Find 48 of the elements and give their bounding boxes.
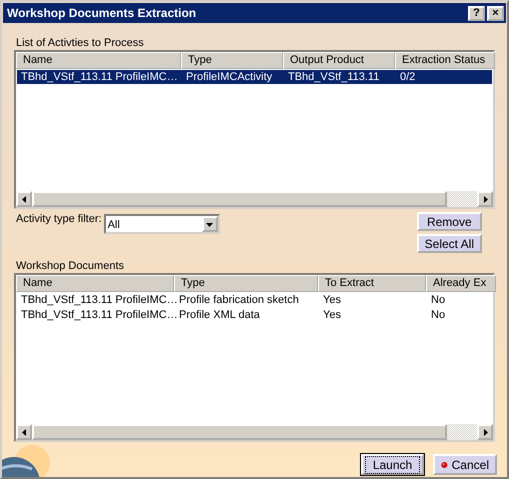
- column-header[interactable]: Name: [16, 275, 174, 292]
- column-header[interactable]: Already Ex: [426, 275, 496, 292]
- column-header[interactable]: Type: [174, 275, 318, 292]
- column-header[interactable]: Name: [16, 52, 181, 69]
- arrow-icon: [206, 220, 214, 228]
- remove-button[interactable]: Remove: [416, 212, 482, 231]
- filter-dropdown[interactable]: All: [104, 214, 220, 234]
- list-row[interactable]: TBhd_VStf_113.11 ProfileIMC…Profile XML data Yes No: [17, 308, 492, 322]
- list-cell-text: TBhd_VStf_113.11 ProfileIMC…: [20, 70, 179, 84]
- scroll-left-button[interactable]: [16, 191, 32, 207]
- list-cell-text: 0/2: [399, 70, 416, 84]
- list-cell-text: Profile XML data: [178, 308, 261, 322]
- list-cell-text: No: [430, 293, 446, 307]
- list-cell-text: Yes: [322, 308, 342, 322]
- list-cell-text: TBhd_VStf_113.11: [287, 70, 380, 84]
- list-view[interactable]: Name Type Output Product Extraction Status TBhd_VStf_113.11 ProfileIMC… ProfileIMCActivity TBhd_VStf_113.11 0/2: [14, 50, 495, 209]
- arrow-icon: [20, 428, 28, 436]
- list-cell-text: No: [430, 308, 446, 322]
- list-cell-text: ProfileIMCActivity: [185, 70, 274, 84]
- list-view[interactable]: Name Type To Extract Already Ex TBhd_VStf_113.11 ProfileIMC…Profile fabrication sketch Yes No TBhd_VStf_113.11 ProfileIMC…Profile XML data Yes No: [14, 273, 495, 442]
- scrollbar-thumb[interactable]: [32, 191, 447, 207]
- planet-logo-icon: [2, 443, 52, 477]
- column-header[interactable]: Type: [181, 52, 283, 69]
- list-cell-text: TBhd_VStf_113.11 ProfileIMC…: [20, 308, 175, 322]
- help-button[interactable]: ?: [468, 6, 485, 20]
- close-button[interactable]: ×: [487, 6, 504, 20]
- scroll-left-button[interactable]: [16, 424, 32, 440]
- list-cell-text: Yes: [322, 293, 342, 307]
- arrow-icon: [20, 196, 28, 202]
- list-row[interactable]: TBhd_VStf_113.11 ProfileIMC…Profile fabrication sketch Yes No: [17, 293, 492, 307]
- cancel-button[interactable]: Cancel: [433, 454, 497, 475]
- filter-label: Activity type filter:: [16, 212, 102, 226]
- scrollbar-thumb[interactable]: [32, 424, 447, 440]
- select-all-button[interactable]: Select All: [416, 234, 482, 253]
- launch-button[interactable]: Launch: [361, 454, 424, 475]
- list-cell-text: TBhd_VStf_113.11 ProfileIMC…: [20, 293, 175, 307]
- column-header[interactable]: Extraction Status: [395, 52, 495, 69]
- section-label: Workshop Documents: [16, 259, 126, 273]
- section-label: List of Activties to Process: [16, 36, 145, 50]
- window-title: Workshop Documents Extraction: [7, 6, 198, 20]
- scroll-right-button[interactable]: [477, 424, 493, 440]
- list-row[interactable]: TBhd_VStf_113.11 ProfileIMC… ProfileIMCActivity TBhd_VStf_113.11 0/2: [17, 70, 492, 84]
- scroll-right-button[interactable]: [477, 191, 493, 207]
- list-cell-text: Profile fabrication sketch: [178, 293, 300, 307]
- arrow-icon: [482, 196, 488, 202]
- arrow-icon: [482, 428, 488, 436]
- column-header[interactable]: To Extract: [318, 275, 426, 292]
- column-header[interactable]: Output Product: [283, 52, 395, 69]
